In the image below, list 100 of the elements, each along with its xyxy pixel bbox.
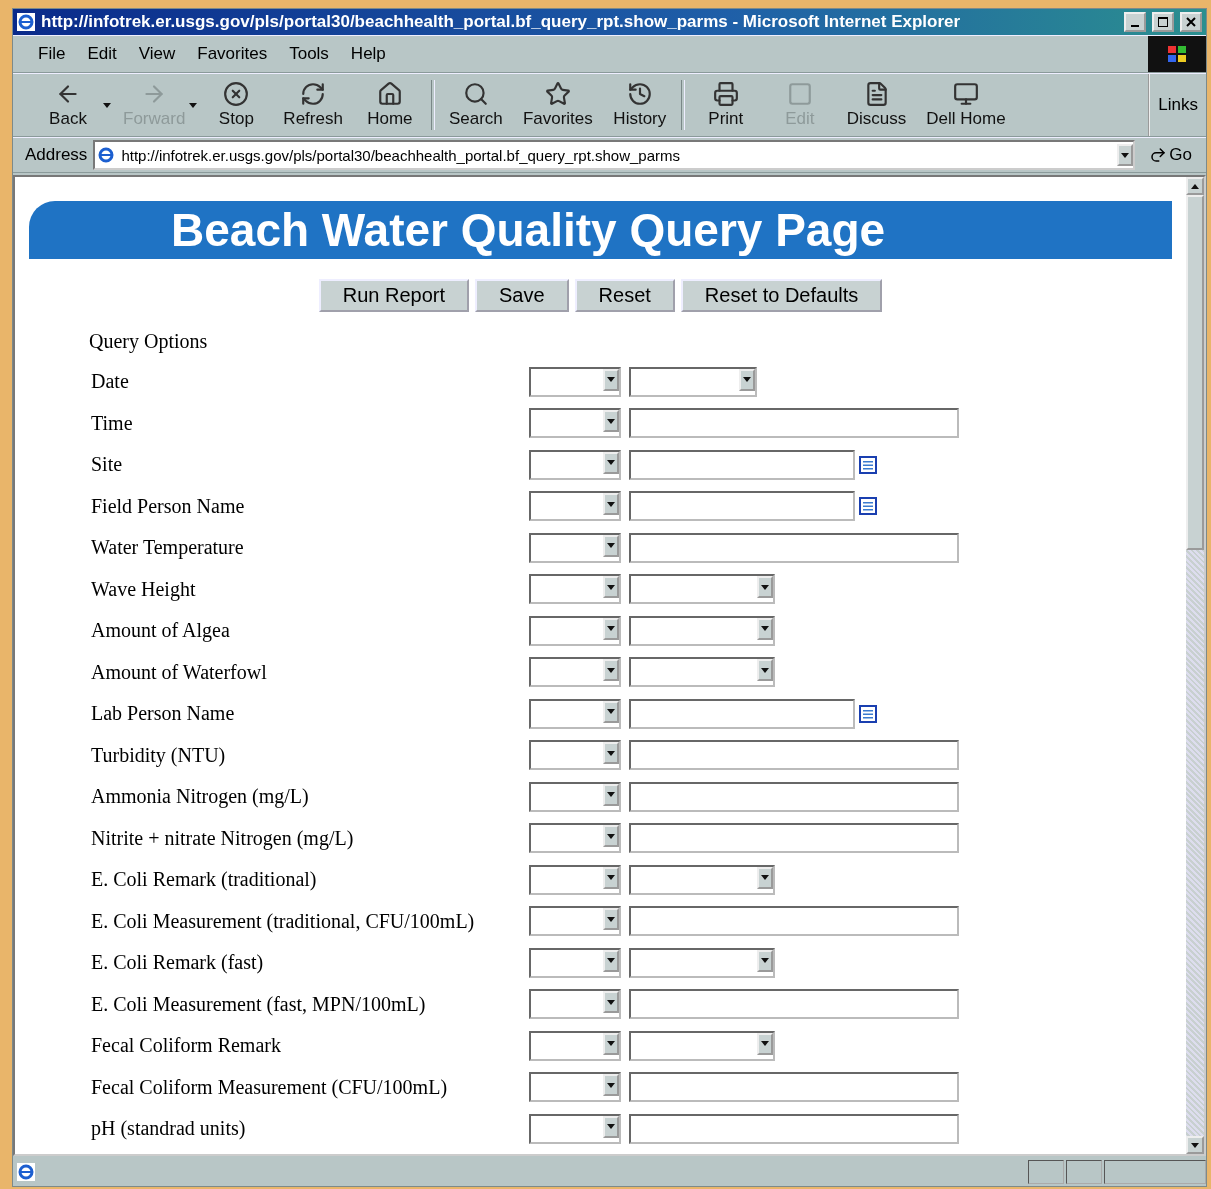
caret-icon[interactable] — [607, 833, 615, 839]
input-field[interactable] — [629, 491, 855, 522]
menu-item[interactable]: File — [27, 37, 77, 71]
input-field[interactable] — [629, 989, 959, 1020]
toolbar-button[interactable]: Dell Home — [916, 77, 1016, 133]
list-icon[interactable] — [859, 704, 877, 723]
operator-select[interactable] — [529, 574, 621, 605]
operator-select[interactable] — [529, 698, 621, 729]
caret-icon[interactable] — [103, 102, 111, 108]
operator-select[interactable] — [529, 906, 621, 937]
select-field[interactable] — [629, 615, 775, 646]
select-field[interactable] — [629, 947, 775, 978]
toolbar-button[interactable]: Refresh — [273, 77, 353, 133]
operator-select[interactable] — [529, 491, 621, 522]
menu-item[interactable]: View — [127, 37, 187, 71]
select-field[interactable] — [629, 864, 775, 895]
form-button[interactable]: Reset — [574, 279, 675, 312]
operator-select[interactable] — [529, 1113, 621, 1144]
operator-select[interactable] — [529, 864, 621, 895]
input-field[interactable] — [629, 532, 959, 563]
address-field[interactable]: http://infotrek.er.usgs.gov/pls/portal30/beachhealth_portal.bf_query_rpt.show_parms — [93, 140, 1136, 170]
toolbar-button[interactable]: Stop — [199, 77, 274, 133]
caret-icon[interactable] — [761, 958, 769, 964]
input-field[interactable] — [629, 698, 855, 729]
caret-icon[interactable] — [607, 916, 615, 922]
select-field[interactable] — [629, 1030, 775, 1061]
menu-item[interactable]: Edit — [76, 37, 128, 71]
input-field[interactable] — [629, 1072, 959, 1103]
caret-icon[interactable] — [761, 667, 769, 673]
maximize-icon — [1158, 17, 1168, 27]
caret-icon[interactable] — [607, 875, 615, 881]
caret-icon[interactable] — [607, 1041, 615, 1047]
caret-icon[interactable] — [761, 584, 769, 590]
operator-select[interactable] — [529, 947, 621, 978]
select-field[interactable] — [629, 574, 775, 605]
operator-select[interactable] — [529, 408, 621, 439]
input-field[interactable] — [629, 1113, 959, 1144]
caret-icon[interactable] — [607, 1124, 615, 1130]
toolbar-button[interactable]: Home — [352, 77, 427, 133]
operator-select[interactable] — [529, 366, 621, 397]
caret-icon[interactable] — [743, 377, 751, 383]
operator-select[interactable] — [529, 823, 621, 854]
caret-icon[interactable] — [761, 626, 769, 632]
toolbar-button[interactable]: Search — [438, 77, 513, 133]
form-button[interactable]: Run Report — [318, 279, 469, 312]
menu-item[interactable]: Help — [339, 37, 397, 71]
select-field[interactable] — [629, 657, 775, 688]
list-icon[interactable] — [859, 455, 877, 474]
operator-select[interactable] — [529, 532, 621, 563]
caret-icon[interactable] — [607, 626, 615, 632]
toolbar-button[interactable]: Print — [688, 77, 763, 133]
caret-icon[interactable] — [607, 584, 615, 590]
operator-select[interactable] — [529, 615, 621, 646]
form-button[interactable]: Reset to Defaults — [680, 279, 883, 312]
caret-icon[interactable] — [607, 377, 615, 383]
caret-icon[interactable] — [607, 543, 615, 549]
operator-select[interactable] — [529, 449, 621, 480]
caret-icon[interactable] — [607, 460, 615, 466]
scroll-up-icon[interactable] — [1191, 183, 1199, 189]
caret-icon[interactable] — [607, 709, 615, 715]
input-field[interactable] — [629, 740, 959, 771]
toolbar-button[interactable]: History — [602, 77, 677, 133]
go-button[interactable]: Go — [1135, 145, 1206, 165]
caret-icon[interactable] — [607, 418, 615, 424]
input-field[interactable] — [629, 449, 855, 480]
toolbar-button[interactable]: Back — [27, 77, 101, 133]
operator-select[interactable] — [529, 657, 621, 688]
menu-item[interactable]: Favorites — [186, 37, 279, 71]
caret-icon[interactable] — [607, 792, 615, 798]
caret-icon[interactable] — [1121, 152, 1130, 158]
caret-icon[interactable] — [607, 750, 615, 756]
caret-icon[interactable] — [761, 1041, 769, 1047]
input-field[interactable] — [629, 408, 959, 439]
select-field[interactable] — [629, 366, 757, 397]
scrollbar[interactable] — [1186, 177, 1204, 1154]
input-field[interactable] — [629, 906, 959, 937]
caret-icon[interactable] — [607, 501, 615, 507]
caret-icon[interactable] — [607, 667, 615, 673]
operator-select[interactable] — [529, 1030, 621, 1061]
operator-select[interactable] — [529, 781, 621, 812]
input-field[interactable] — [629, 781, 959, 812]
minimize-button[interactable] — [1124, 12, 1146, 32]
caret-icon[interactable] — [1191, 1142, 1199, 1148]
maximize-button[interactable] — [1152, 12, 1174, 32]
scroll-thumb[interactable] — [1186, 195, 1204, 550]
caret-icon[interactable] — [607, 999, 615, 1005]
operator-select[interactable] — [529, 1072, 621, 1103]
operator-select[interactable] — [529, 740, 621, 771]
toolbar-button[interactable]: Favorites — [512, 77, 603, 133]
operator-select[interactable] — [529, 989, 621, 1020]
form-button[interactable]: Save — [475, 279, 569, 312]
toolbar-button[interactable]: Discuss — [836, 77, 917, 133]
close-button[interactable] — [1180, 12, 1202, 32]
menu-item[interactable]: Tools — [278, 37, 340, 71]
caret-icon[interactable] — [761, 875, 769, 881]
caret-icon[interactable] — [607, 1082, 615, 1088]
list-icon[interactable] — [859, 497, 877, 516]
input-field[interactable] — [629, 823, 959, 854]
caret-icon[interactable] — [607, 958, 615, 964]
links-button[interactable]: Links — [1148, 74, 1206, 136]
